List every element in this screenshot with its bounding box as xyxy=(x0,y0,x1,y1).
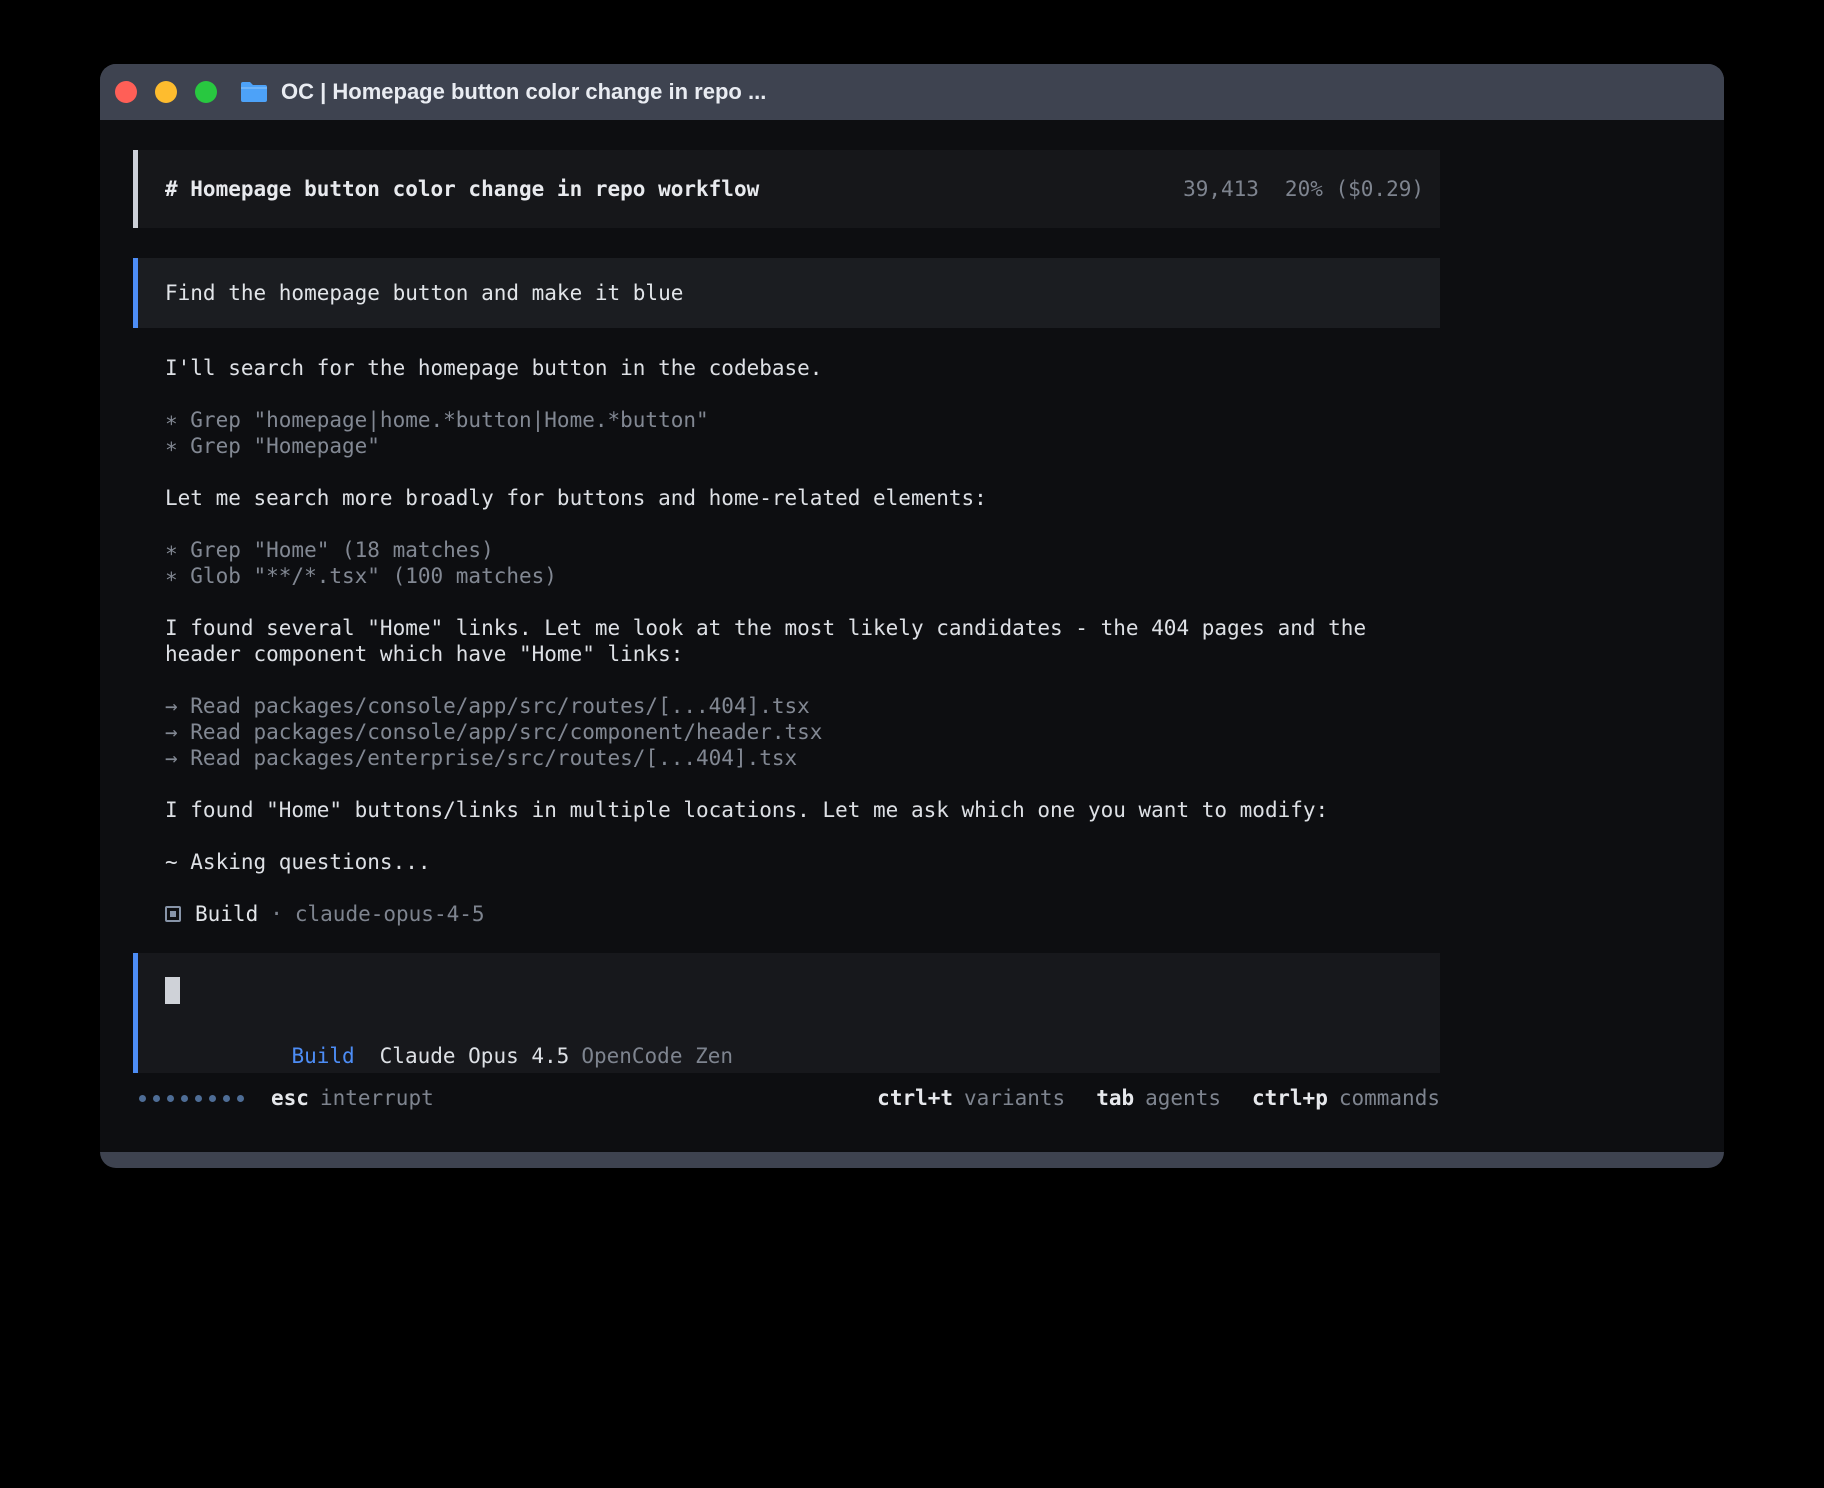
shortcut-key: ctrl+p xyxy=(1252,1086,1328,1110)
shortcut-variants: ctrl+t variants xyxy=(877,1086,1065,1110)
shortcut-label: agents xyxy=(1145,1086,1221,1110)
zoom-button[interactable] xyxy=(195,81,217,103)
user-message: Find the homepage button and make it blu… xyxy=(133,258,1440,328)
agent-icon xyxy=(165,906,181,922)
assistant-text-line: header component which have "Home" links… xyxy=(165,641,1440,667)
prompt-input[interactable]: Build Claude Opus 4.5 OpenCode Zen xyxy=(133,953,1440,1073)
tool-call-line: ∗ Grep "Homepage" xyxy=(165,433,1440,459)
shortcut-agents: tab agents xyxy=(1096,1086,1221,1110)
assistant-text-line: I'll search for the homepage button in t… xyxy=(165,355,1440,381)
minimize-button[interactable] xyxy=(155,81,177,103)
assistant-paragraph: I'll search for the homepage button in t… xyxy=(165,355,1440,381)
traffic-lights xyxy=(115,81,217,103)
window-title: OC | Homepage button color change in rep… xyxy=(281,79,766,105)
input-provider-label: OpenCode Zen xyxy=(581,1044,733,1068)
tool-call-group: → Read packages/console/app/src/routes/[… xyxy=(165,693,1440,771)
tool-call-line: ∗ Grep "homepage|home.*button|Home.*butt… xyxy=(165,407,1440,433)
tool-call-line: → Read packages/console/app/src/routes/[… xyxy=(165,693,1440,719)
assistant-text-line: Let me search more broadly for buttons a… xyxy=(165,485,1440,511)
asking-questions-line: ~ Asking questions... xyxy=(165,849,1440,875)
tool-call-line: → Read packages/enterprise/src/routes/[.… xyxy=(165,745,1440,771)
context-cost: 20% ($0.29) xyxy=(1285,177,1424,201)
terminal-body: # Homepage button color change in repo w… xyxy=(100,120,1724,1152)
assistant-paragraph: Let me search more broadly for buttons a… xyxy=(165,485,1440,511)
folder-icon xyxy=(239,80,269,104)
input-model-label[interactable]: Claude Opus 4.5 xyxy=(380,1044,570,1068)
session-stats: 39,413 20% ($0.29) xyxy=(1183,177,1424,201)
status-bar: esc interrupt ctrl+t variants tab agents… xyxy=(133,1085,1440,1111)
text-cursor xyxy=(165,977,180,1004)
session-header: # Homepage button color change in repo w… xyxy=(133,150,1440,228)
shortcut-commands: ctrl+p commands xyxy=(1252,1086,1440,1110)
agent-name: Build xyxy=(195,901,258,927)
assistant-status: ~ Asking questions... xyxy=(165,849,1440,875)
terminal-window: OC | Homepage button color change in rep… xyxy=(100,64,1724,1168)
agent-model: claude-opus-4-5 xyxy=(295,901,485,927)
user-message-text: Find the homepage button and make it blu… xyxy=(165,281,683,305)
assistant-paragraph: I found several "Home" links. Let me loo… xyxy=(165,615,1440,667)
tool-call-line: ∗ Glob "**/*.tsx" (100 matches) xyxy=(165,563,1440,589)
tool-call-group: ∗ Grep "homepage|home.*button|Home.*butt… xyxy=(165,407,1440,459)
assistant-text-line: I found "Home" buttons/links in multiple… xyxy=(165,797,1440,823)
shortcut-label: variants xyxy=(964,1086,1065,1110)
assistant-response: I'll search for the homepage button in t… xyxy=(133,355,1440,927)
assistant-text-line: I found several "Home" links. Let me loo… xyxy=(165,615,1440,641)
input-agent-label[interactable]: Build xyxy=(291,1044,354,1068)
shortcut-key: tab xyxy=(1096,1086,1134,1110)
assistant-paragraph: I found "Home" buttons/links in multiple… xyxy=(165,797,1440,823)
shortcut-key: ctrl+t xyxy=(877,1086,953,1110)
tool-call-group: ∗ Grep "Home" (18 matches) ∗ Glob "**/*.… xyxy=(165,537,1440,589)
input-footer: Build Claude Opus 4.5 OpenCode Zen xyxy=(165,1017,1440,1095)
window-titlebar: OC | Homepage button color change in rep… xyxy=(100,64,1724,120)
session-title: # Homepage button color change in repo w… xyxy=(165,177,759,201)
tool-call-line: → Read packages/console/app/src/componen… xyxy=(165,719,1440,745)
tool-call-line: ∗ Grep "Home" (18 matches) xyxy=(165,537,1440,563)
shortcut-label: commands xyxy=(1339,1086,1440,1110)
token-count: 39,413 xyxy=(1183,177,1259,201)
close-button[interactable] xyxy=(115,81,137,103)
spinner-dots xyxy=(139,1095,244,1102)
agent-separator: · xyxy=(270,901,283,927)
esc-key-hint: esc xyxy=(271,1086,309,1110)
esc-action-label: interrupt xyxy=(320,1086,434,1110)
agent-status-line: Build · claude-opus-4-5 xyxy=(165,901,1440,927)
